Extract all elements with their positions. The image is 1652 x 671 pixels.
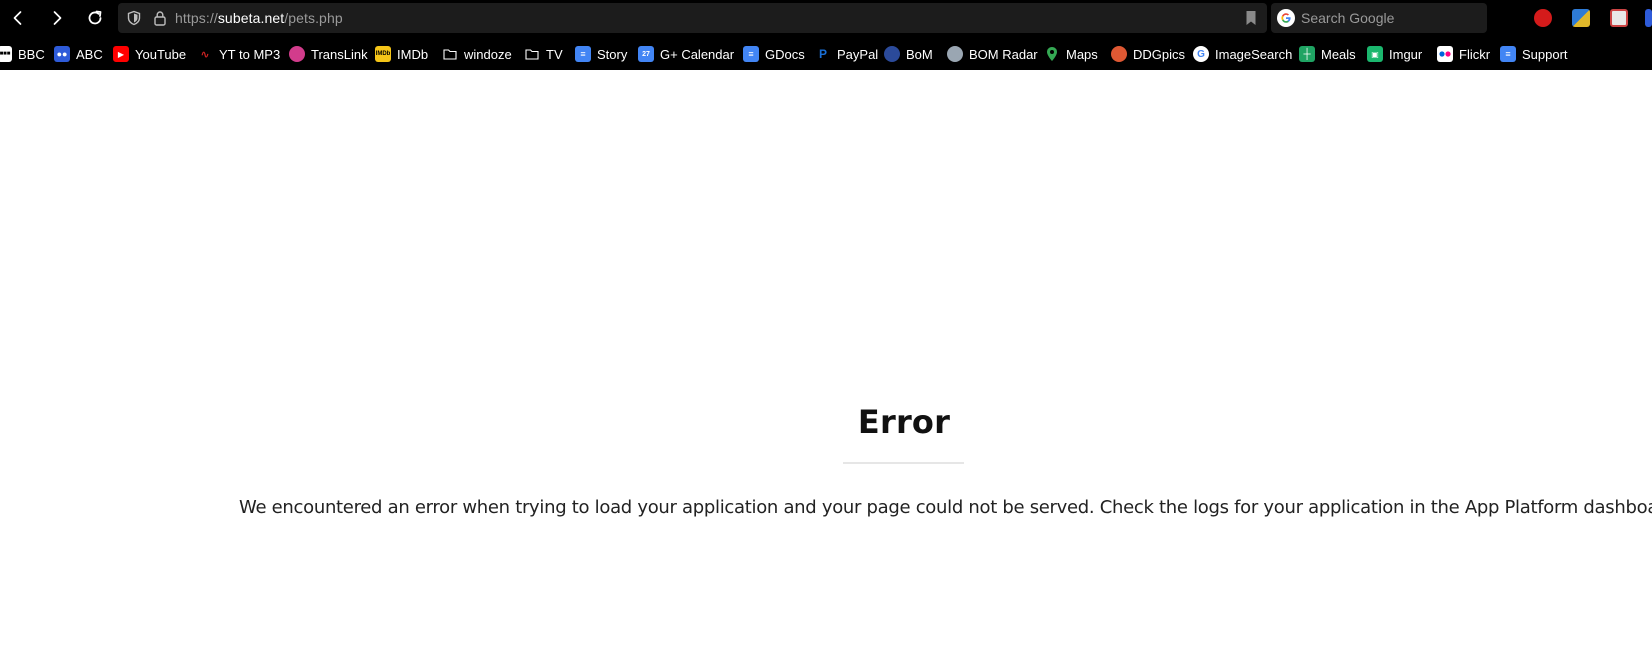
bookmark-support[interactable]: ≡ Support (1500, 42, 1568, 66)
bookmark-label: Imgur (1389, 46, 1423, 62)
chevron-right-icon (53, 11, 62, 25)
bookmark-flickr[interactable]: Flickr (1437, 42, 1490, 66)
bookmark-label: Maps (1066, 46, 1098, 62)
imdb-icon: IMDb (375, 46, 391, 62)
url-path: /pets.php (284, 10, 343, 26)
url-text[interactable]: https://subeta.net/pets.php (175, 10, 343, 26)
radar-icon (947, 46, 963, 62)
bookmark-label: Flickr (1459, 46, 1491, 62)
bookmark-label: BoM (906, 46, 933, 62)
url-scheme: https:// (175, 10, 218, 26)
back-button[interactable] (5, 5, 31, 31)
error-title: Error (857, 403, 951, 441)
bom-icon (884, 46, 900, 62)
bookmark-label: BBC (18, 46, 45, 62)
bookmark-bom[interactable]: BoM (884, 42, 933, 66)
imgur-icon: ▣ (1367, 46, 1383, 62)
extension-multi-icon[interactable] (1572, 9, 1590, 27)
bookmark-label: PayPal (837, 46, 879, 62)
bookmark-label: windoze (464, 46, 512, 62)
bookmark-paypal[interactable]: P PayPal (815, 42, 878, 66)
bookmark-label: BOM Radar (969, 46, 1038, 62)
extension-red-icon[interactable] (1534, 9, 1552, 27)
reload-button[interactable] (82, 5, 108, 31)
bookmark-label: YT to MP3 (219, 46, 281, 62)
bookmark-label: IMDb (397, 46, 429, 62)
audio-wave-icon: ∿ (200, 48, 210, 61)
bookmark-abc[interactable]: ●● ABC (54, 42, 103, 66)
translink-icon (289, 46, 305, 62)
abc-icon: ●● (54, 46, 70, 62)
bookmark-label: Story (597, 46, 628, 62)
bookmark-story[interactable]: ≡ Story (575, 42, 627, 66)
bookmark-icon[interactable] (1245, 10, 1257, 26)
address-bar[interactable]: https://subeta.net/pets.php (118, 3, 1267, 33)
extension-print-icon[interactable] (1610, 9, 1628, 27)
bookmark-folder-tv[interactable]: TV (524, 42, 563, 66)
bookmark-folder-windoze[interactable]: windoze (442, 42, 512, 66)
duckduckgo-icon (1111, 46, 1127, 62)
forward-button[interactable] (44, 5, 70, 31)
paypal-icon: P (818, 47, 827, 61)
bookmark-g-calendar[interactable]: 27 G+ Calendar (638, 42, 734, 66)
url-host: subeta.net (217, 10, 285, 26)
flickr-icon (1437, 46, 1453, 62)
google-icon: G (1193, 46, 1209, 62)
google-icon (1277, 9, 1295, 27)
calendar-icon: 27 (638, 46, 654, 62)
bookmarks-bar: ■■■ BBC ●● ABC ▶ YouTube ∿ YT to MP3 TransLi… (0, 42, 1652, 66)
bookmark-translink[interactable]: TransLink (289, 42, 368, 66)
bookmark-label: GDocs (765, 46, 805, 62)
extension-blue-icon[interactable] (1645, 9, 1652, 27)
bookmark-label: DDGpics (1133, 46, 1186, 62)
bookmark-bbc[interactable]: ■■■ BBC (0, 42, 45, 66)
bookmark-imagesearch[interactable]: G ImageSearch (1193, 42, 1292, 66)
bookmark-label: Support (1522, 46, 1568, 62)
bookmark-meals[interactable]: ┼ Meals (1299, 42, 1356, 66)
bookmark-maps[interactable]: Maps (1044, 42, 1098, 66)
bookmark-label: TransLink (311, 46, 368, 62)
reload-icon (88, 10, 102, 25)
docs-icon: ≡ (575, 46, 591, 62)
map-pin-icon (1044, 46, 1060, 62)
docs-icon: ≡ (743, 46, 759, 62)
bbc-icon: ■■■ (0, 46, 12, 62)
browser-chrome: https://subeta.net/pets.php Search Googl… (0, 0, 1652, 70)
bookmark-imdb[interactable]: IMDb IMDb (375, 42, 428, 66)
docs-icon: ≡ (1500, 46, 1516, 62)
title-divider (843, 462, 964, 464)
bookmark-label: ABC (76, 46, 103, 62)
bookmark-ddgpics[interactable]: DDGpics (1111, 42, 1185, 66)
page-content: Error We encountered an error when tryin… (0, 70, 1652, 671)
bookmark-label: ImageSearch (1215, 46, 1293, 62)
search-placeholder: Search Google (1301, 10, 1395, 26)
bookmark-bom-radar[interactable]: BOM Radar (947, 42, 1038, 66)
bookmark-label: YouTube (135, 46, 187, 62)
folder-icon (442, 46, 458, 62)
chevron-left-icon (13, 11, 22, 25)
folder-icon (524, 46, 540, 62)
youtube-icon: ▶ (113, 46, 129, 62)
shield-icon[interactable] (126, 10, 142, 26)
bookmark-yt-to-mp3[interactable]: ∿ YT to MP3 (197, 42, 280, 66)
bookmark-label: Meals (1321, 46, 1356, 62)
bookmark-label: TV (546, 46, 563, 62)
bookmark-gdocs[interactable]: ≡ GDocs (743, 42, 805, 66)
bookmark-label: G+ Calendar (660, 46, 735, 62)
error-message: We encountered an error when trying to l… (239, 497, 1652, 518)
lock-icon[interactable] (153, 10, 167, 26)
bookmark-imgur[interactable]: ▣ Imgur (1367, 42, 1422, 66)
sheets-icon: ┼ (1299, 46, 1315, 62)
browser-toolbar: https://subeta.net/pets.php Search Googl… (0, 0, 1652, 35)
bookmark-youtube[interactable]: ▶ YouTube (113, 42, 186, 66)
search-bar[interactable]: Search Google (1271, 3, 1487, 33)
